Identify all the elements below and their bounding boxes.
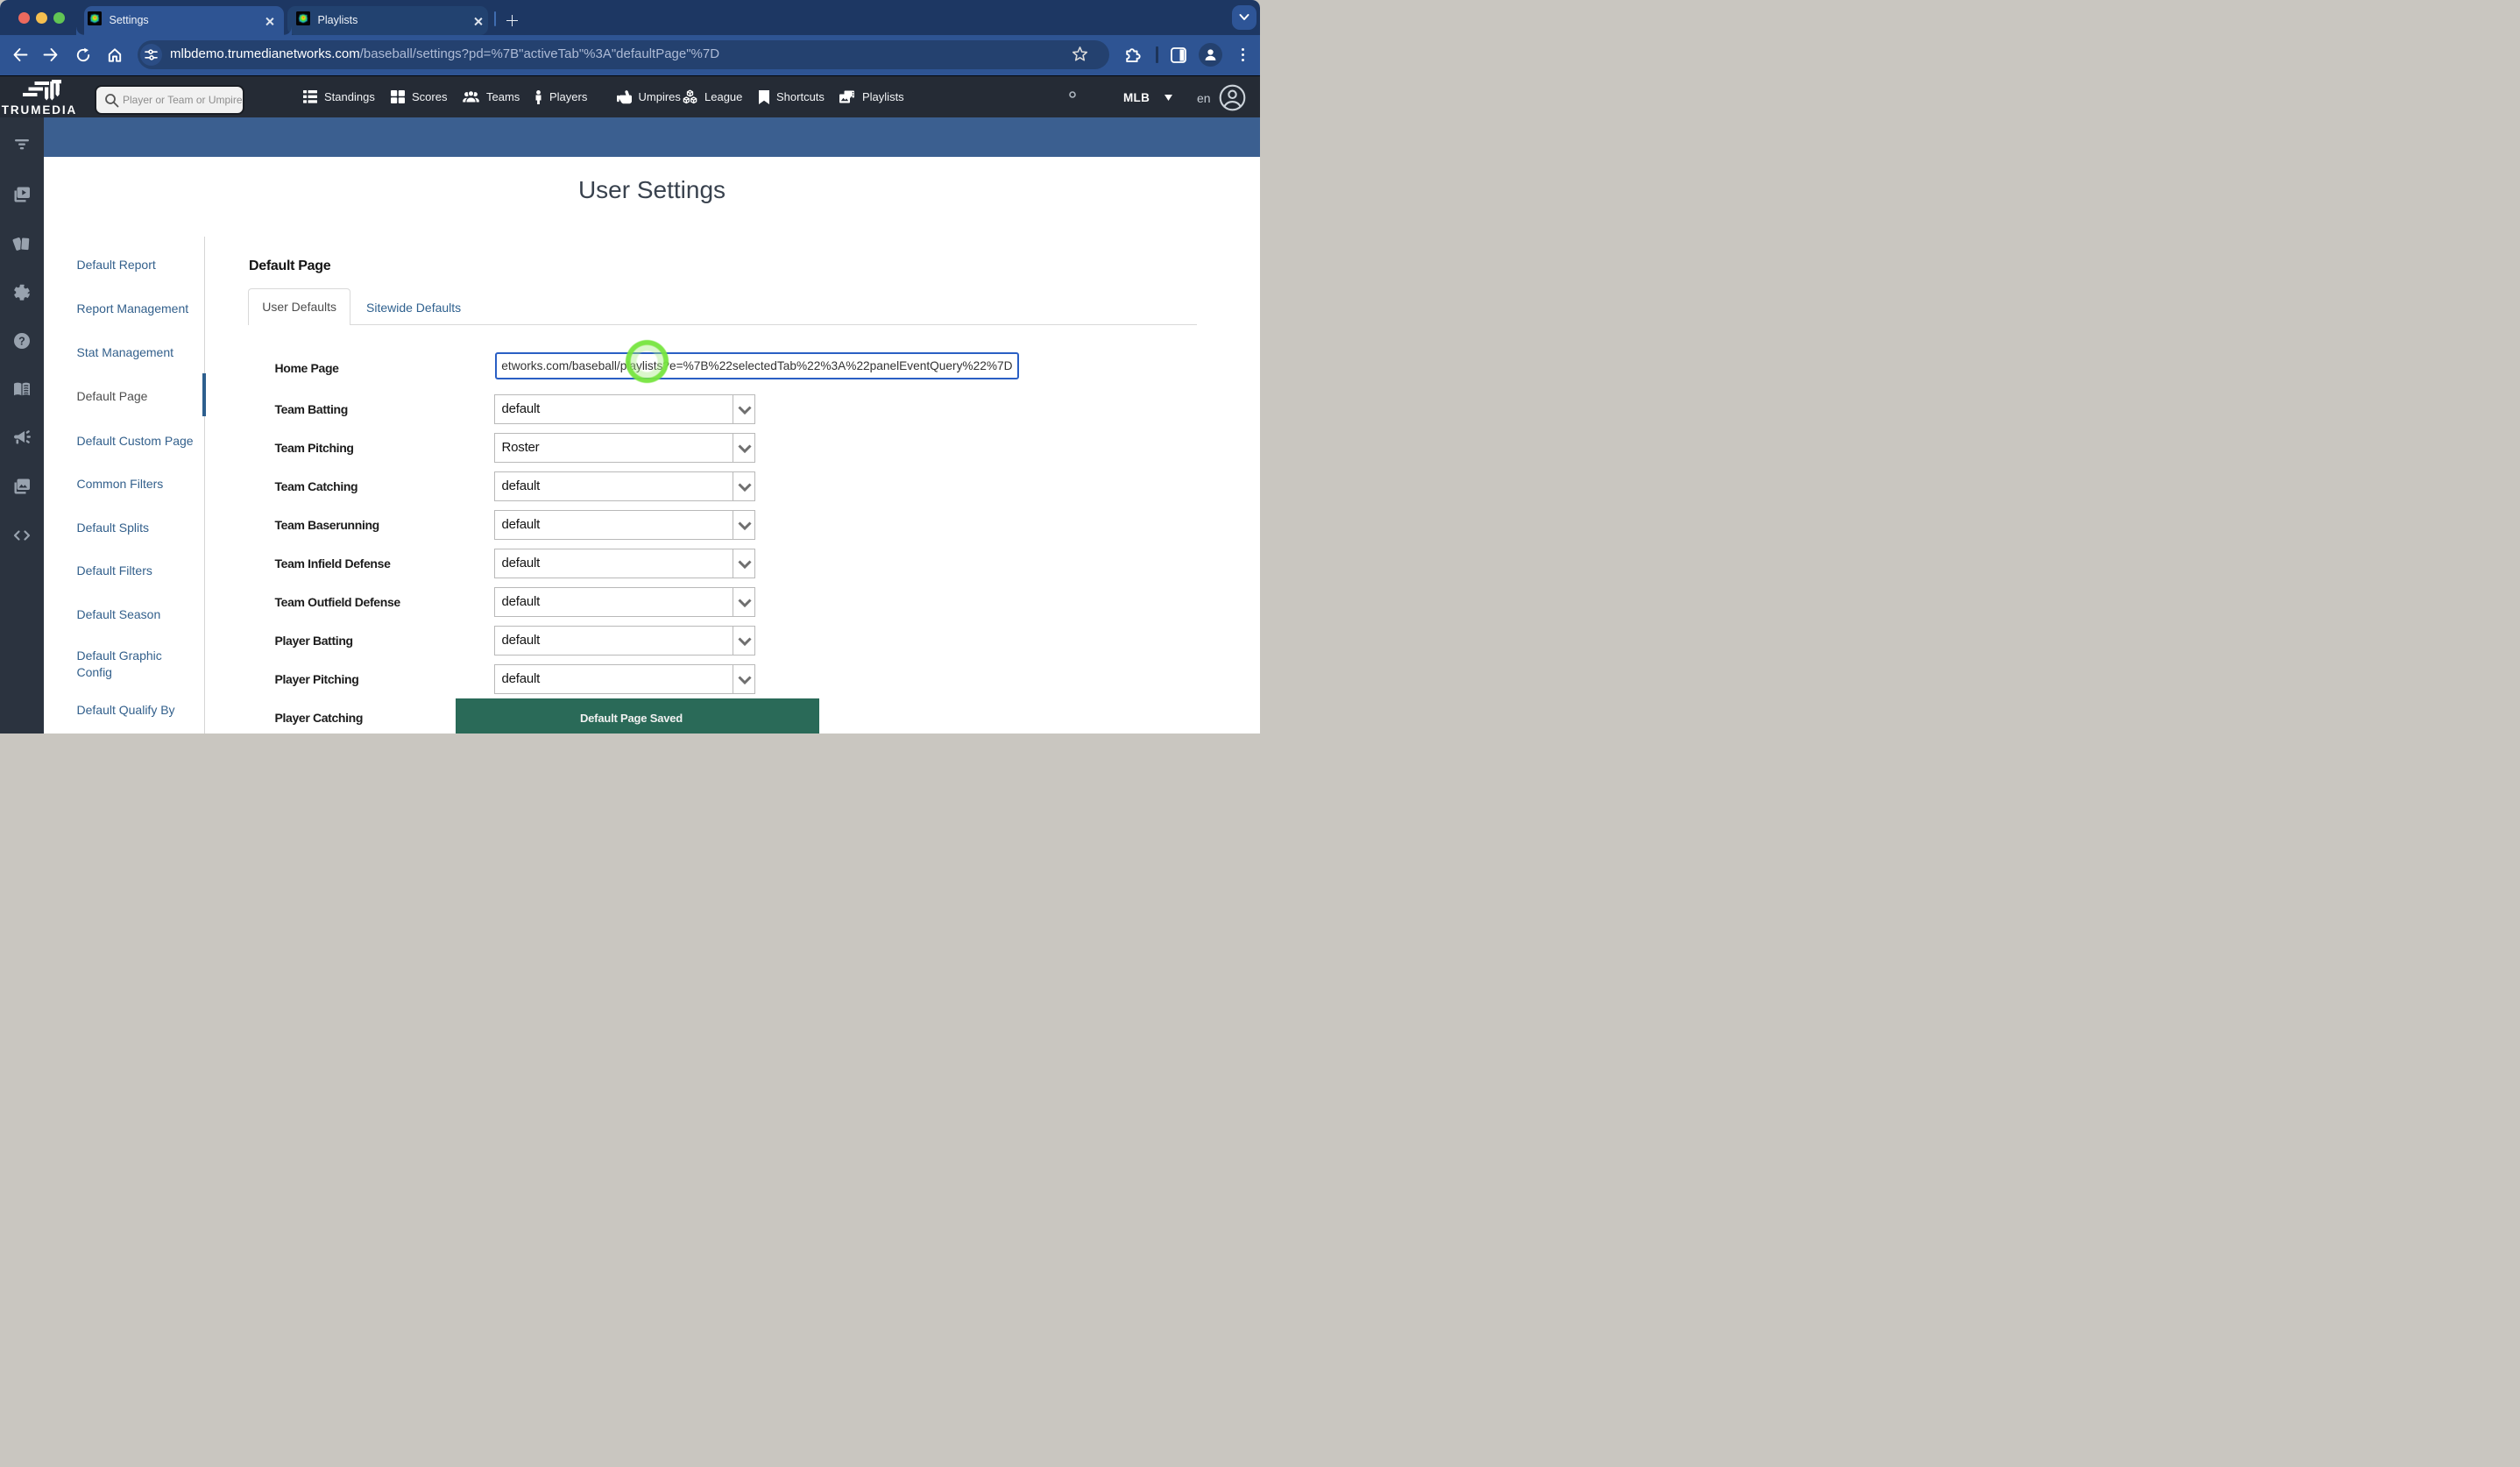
svg-text:?: ? bbox=[18, 335, 25, 347]
